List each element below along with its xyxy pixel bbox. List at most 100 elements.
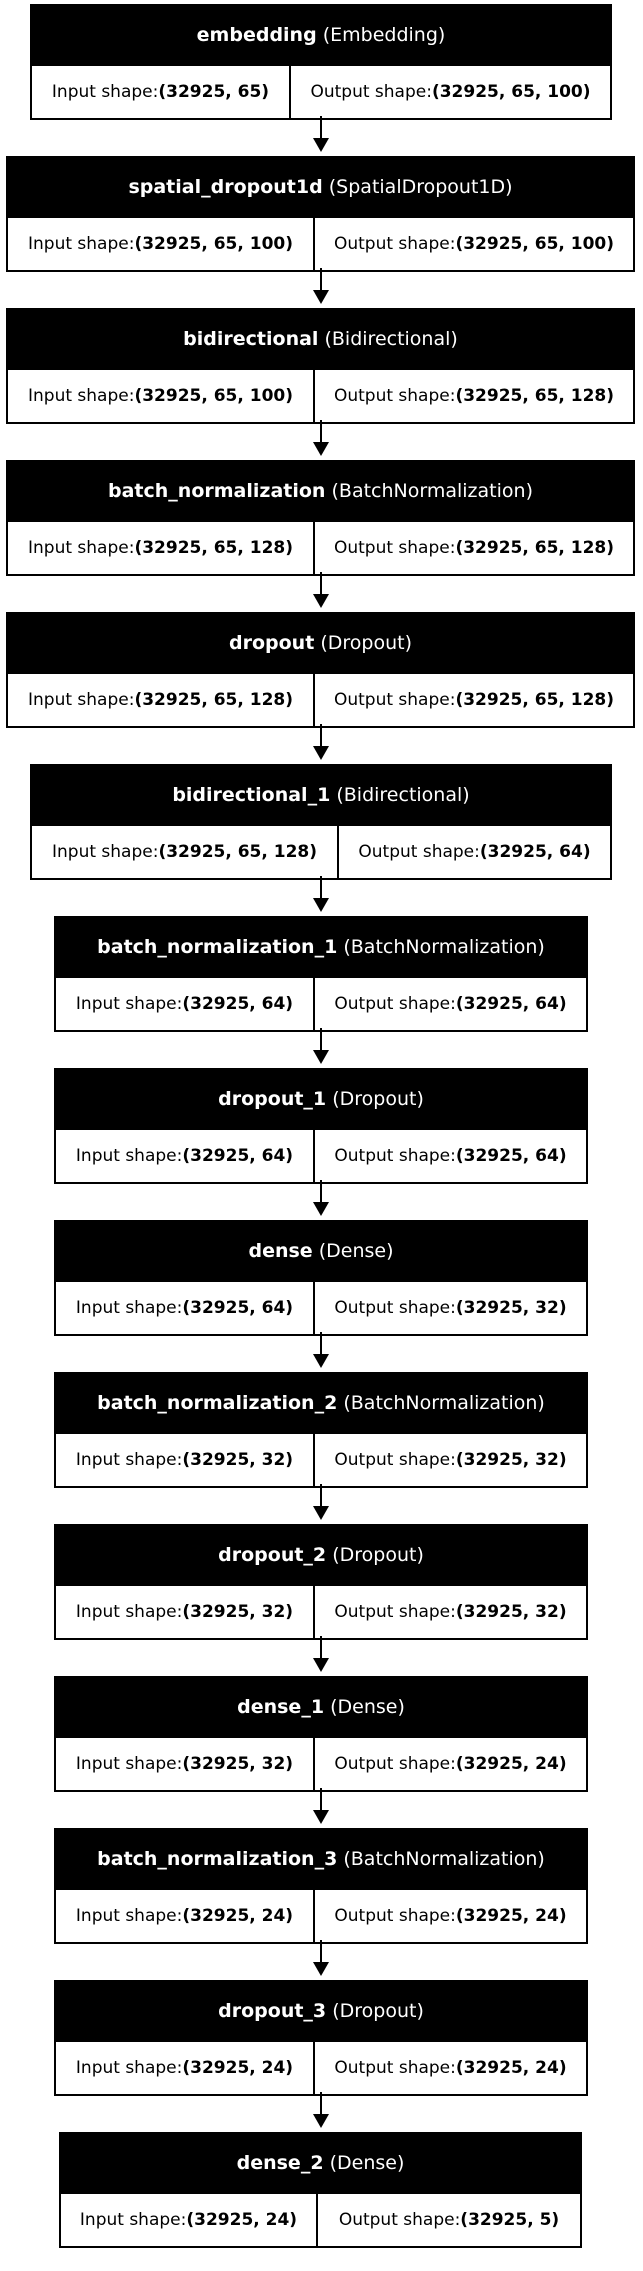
input-shape-value: (32925, 65) (158, 82, 270, 102)
layer-name: dense (248, 1240, 313, 1262)
input-shape-value: (32925, 32) (182, 1450, 294, 1470)
layer-type: (Dropout) (332, 2000, 424, 2022)
arrow-down-icon (313, 1202, 329, 1216)
layer-node: dense_2 (Dense) Input shape: (32925, 24)… (59, 2132, 582, 2248)
connector-line (320, 2092, 322, 2114)
output-shape-label: Output shape: (333, 690, 456, 710)
input-shape-label: Input shape: (75, 994, 183, 1014)
input-shape-value: (32925, 24) (186, 2210, 298, 2230)
input-shape-cell: Input shape: (32925, 24) (61, 2194, 316, 2246)
input-shape-cell: Input shape: (32925, 32) (56, 1586, 313, 1638)
layer-header: dense_1 (Dense) (56, 1678, 586, 1736)
layer-header: spatial_dropout1d (SpatialDropout1D) (8, 158, 633, 216)
layer-type: (BatchNormalization) (343, 1848, 545, 1870)
connector-line (320, 1636, 322, 1658)
input-shape-value: (32925, 32) (182, 1602, 294, 1622)
layer-node: dropout_1 (Dropout) Input shape: (32925,… (54, 1068, 588, 1184)
input-shape-cell: Input shape: (32925, 64) (56, 978, 313, 1030)
output-shape-value: (32925, 64) (455, 1146, 567, 1166)
layer-shapes: Input shape: (32925, 65, 128) Output sha… (8, 672, 633, 726)
layer-shapes: Input shape: (32925, 24) Output shape: (… (56, 1888, 586, 1942)
output-shape-label: Output shape: (334, 1298, 456, 1318)
input-shape-cell: Input shape: (32925, 64) (56, 1282, 313, 1334)
arrow-down-icon (313, 746, 329, 760)
output-shape-value: (32925, 24) (455, 2058, 567, 2078)
input-shape-value: (32925, 24) (182, 1906, 294, 1926)
input-shape-label: Input shape: (27, 538, 135, 558)
arrow-down-icon (313, 594, 329, 608)
connector-line (320, 1484, 322, 1506)
output-shape-value: (32925, 24) (455, 1754, 567, 1774)
output-shape-label: Output shape: (334, 1754, 456, 1774)
arrow-down-icon (313, 1506, 329, 1520)
input-shape-value: (32925, 64) (182, 994, 294, 1014)
output-shape-cell: Output shape: (32925, 64) (313, 1130, 586, 1182)
connector-line (320, 420, 322, 442)
layer-type: (Dense) (318, 1240, 394, 1262)
input-shape-cell: Input shape: (32925, 24) (56, 1890, 313, 1942)
input-shape-value: (32925, 32) (182, 1754, 294, 1774)
input-shape-label: Input shape: (75, 1146, 183, 1166)
layer-header: dense (Dense) (56, 1222, 586, 1280)
input-shape-label: Input shape: (27, 386, 135, 406)
layer-header: embedding (Embedding) (32, 6, 610, 64)
input-shape-value: (32925, 64) (182, 1298, 294, 1318)
input-shape-value: (32925, 65, 128) (134, 690, 294, 710)
input-shape-cell: Input shape: (32925, 65, 128) (8, 674, 313, 726)
arrow-down-icon (313, 1050, 329, 1064)
output-shape-cell: Output shape: (32925, 65, 128) (313, 370, 633, 422)
layer-name: bidirectional_1 (172, 784, 331, 806)
output-shape-value: (32925, 64) (455, 994, 567, 1014)
output-shape-label: Output shape: (334, 1906, 456, 1926)
layer-shapes: Input shape: (32925, 65, 128) Output sha… (32, 824, 610, 878)
output-shape-cell: Output shape: (32925, 5) (316, 2194, 580, 2246)
layer-node: bidirectional_1 (Bidirectional) Input sh… (30, 764, 612, 880)
connector-line (320, 268, 322, 290)
connector-line (320, 1028, 322, 1050)
layer-name: dropout_1 (218, 1088, 327, 1110)
layer-type: (Embedding) (322, 24, 446, 46)
layer-type: (Bidirectional) (336, 784, 470, 806)
input-shape-label: Input shape: (27, 234, 135, 254)
connector-line (320, 116, 322, 138)
output-shape-label: Output shape: (310, 82, 432, 102)
layer-shapes: Input shape: (32925, 24) Output shape: (… (56, 2040, 586, 2094)
layer-type: (BatchNormalization) (343, 1392, 545, 1414)
arrow-down-icon (313, 290, 329, 304)
layer-shapes: Input shape: (32925, 64) Output shape: (… (56, 1280, 586, 1334)
layer-type: (SpatialDropout1D) (328, 176, 513, 198)
arrow-down-icon (313, 1810, 329, 1824)
layer-name: batch_normalization_1 (97, 936, 338, 958)
layer-node: batch_normalization_3 (BatchNormalizatio… (54, 1828, 588, 1944)
connector-line (320, 1332, 322, 1354)
arrow-down-icon (313, 1354, 329, 1368)
layer-shapes: Input shape: (32925, 65, 100) Output sha… (8, 216, 633, 270)
layer-header: dropout (Dropout) (8, 614, 633, 672)
layer-type: (Dense) (330, 1696, 405, 1718)
input-shape-value: (32925, 65, 100) (134, 234, 294, 254)
output-shape-value: (32925, 65, 100) (431, 82, 591, 102)
output-shape-value: (32925, 24) (455, 1906, 567, 1926)
layer-shapes: Input shape: (32925, 65) Output shape: (… (32, 64, 610, 118)
output-shape-label: Output shape: (338, 2210, 461, 2230)
output-shape-cell: Output shape: (32925, 32) (313, 1586, 586, 1638)
input-shape-cell: Input shape: (32925, 32) (56, 1434, 313, 1486)
connector-line (320, 876, 322, 898)
layer-name: dense_2 (236, 2152, 324, 2174)
layer-type: (Dropout) (332, 1544, 424, 1566)
connector-line (320, 1180, 322, 1202)
layer-header: batch_normalization (BatchNormalization) (8, 462, 633, 520)
input-shape-value: (32925, 64) (182, 1146, 294, 1166)
layer-type: (Bidirectional) (324, 328, 458, 350)
layer-header: batch_normalization_2 (BatchNormalizatio… (56, 1374, 586, 1432)
layer-type: (Dropout) (320, 632, 412, 654)
layer-node: dense (Dense) Input shape: (32925, 64) O… (54, 1220, 588, 1336)
output-shape-value: (32925, 64) (479, 842, 591, 862)
layer-header: dense_2 (Dense) (61, 2134, 580, 2192)
layer-name: dense_1 (237, 1696, 325, 1718)
layer-type: (Dropout) (332, 1088, 424, 1110)
layer-shapes: Input shape: (32925, 32) Output shape: (… (56, 1736, 586, 1790)
layer-shapes: Input shape: (32925, 32) Output shape: (… (56, 1584, 586, 1638)
layer-node: bidirectional (Bidirectional) Input shap… (6, 308, 635, 424)
layer-shapes: Input shape: (32925, 64) Output shape: (… (56, 976, 586, 1030)
